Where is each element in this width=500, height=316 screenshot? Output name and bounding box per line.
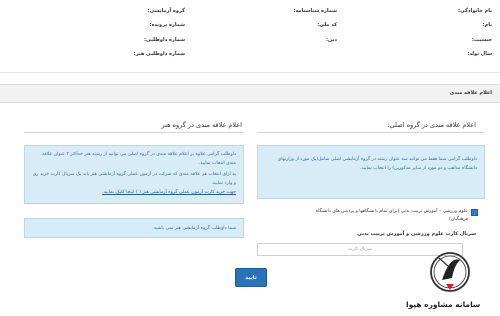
sports-checkbox-row[interactable]: علوم ورزشی – آموزش تربیت بدنی (برای تمام… bbox=[298, 208, 478, 224]
main-group-title: اعلام علاقه مندی در گروه اصلی: bbox=[387, 121, 476, 129]
file-number-label: شماره پرونده: bbox=[149, 22, 185, 28]
group-label: گروه آزمایشی: bbox=[147, 8, 185, 14]
national-code-label: کد ملی: bbox=[317, 22, 337, 28]
gender-label: جنسیت: bbox=[471, 37, 492, 43]
art-group-info: داوطلب گرامی علاوه بر اعلام علاقه مندی د… bbox=[24, 145, 244, 204]
profile-info: نام خانوادگی: شماره شناسنامه: گروه آزمای… bbox=[0, 0, 500, 70]
section-title: اعلام علاقه مندی bbox=[449, 90, 492, 96]
art-group-title: اعلام علاقه مندی در گروه هنر bbox=[161, 121, 242, 129]
birth-year-label: سال تولد: bbox=[467, 51, 492, 57]
logo: سامانه مشاوره هپوا bbox=[402, 244, 498, 316]
art-notice-text: شما داوطلب گروه آزمایشی هنر نمی باشید. bbox=[152, 226, 236, 231]
main-group-rule bbox=[257, 132, 485, 133]
art-info-line1: داوطلب گرامی علاوه بر اعلام علاقه مندی د… bbox=[42, 152, 236, 166]
section-header: اعلام علاقه مندی bbox=[0, 84, 500, 103]
sports-checkbox-label: علوم ورزشی – آموزش تربیت بدنی (برای تمام… bbox=[315, 209, 468, 222]
serial-field-label: سربال کارت علوم ورزشی و آموزش تربیت بدنی bbox=[357, 231, 476, 237]
art-info-line2: به ازای انتخاب هر علاقه مندی که شرکت در … bbox=[32, 172, 236, 186]
applicant-number-label: شماره داوطلبی: bbox=[144, 37, 185, 43]
art-group-rule bbox=[24, 132, 244, 133]
first-name-label: نام: bbox=[482, 22, 492, 28]
main-group-info: داوطلب گرامی شما فقط می توانید سه عنوان … bbox=[257, 145, 485, 199]
submit-button[interactable]: تایید bbox=[235, 268, 267, 287]
family-name-label: نام خانوادگی: bbox=[458, 8, 492, 14]
logo-icon bbox=[430, 252, 470, 292]
checkbox[interactable] bbox=[471, 209, 478, 216]
id-number-label: شماره شناسنامه: bbox=[293, 8, 337, 14]
main-group-info-text: داوطلب گرامی شما فقط می توانید سه عنوان … bbox=[277, 157, 477, 171]
logo-text: سامانه مشاوره هپوا bbox=[406, 300, 481, 309]
art-purchase-link[interactable]: جهت خرید کارت آزمون عملی گروه آزمایشی هن… bbox=[32, 188, 236, 197]
religion-label: دین: bbox=[326, 37, 337, 43]
divider bbox=[0, 72, 500, 73]
art-applicant-number-label: شماره داوطلبی هنر: bbox=[133, 51, 185, 57]
art-notice: شما داوطلب گروه آزمایشی هنر نمی باشید. bbox=[24, 218, 244, 238]
